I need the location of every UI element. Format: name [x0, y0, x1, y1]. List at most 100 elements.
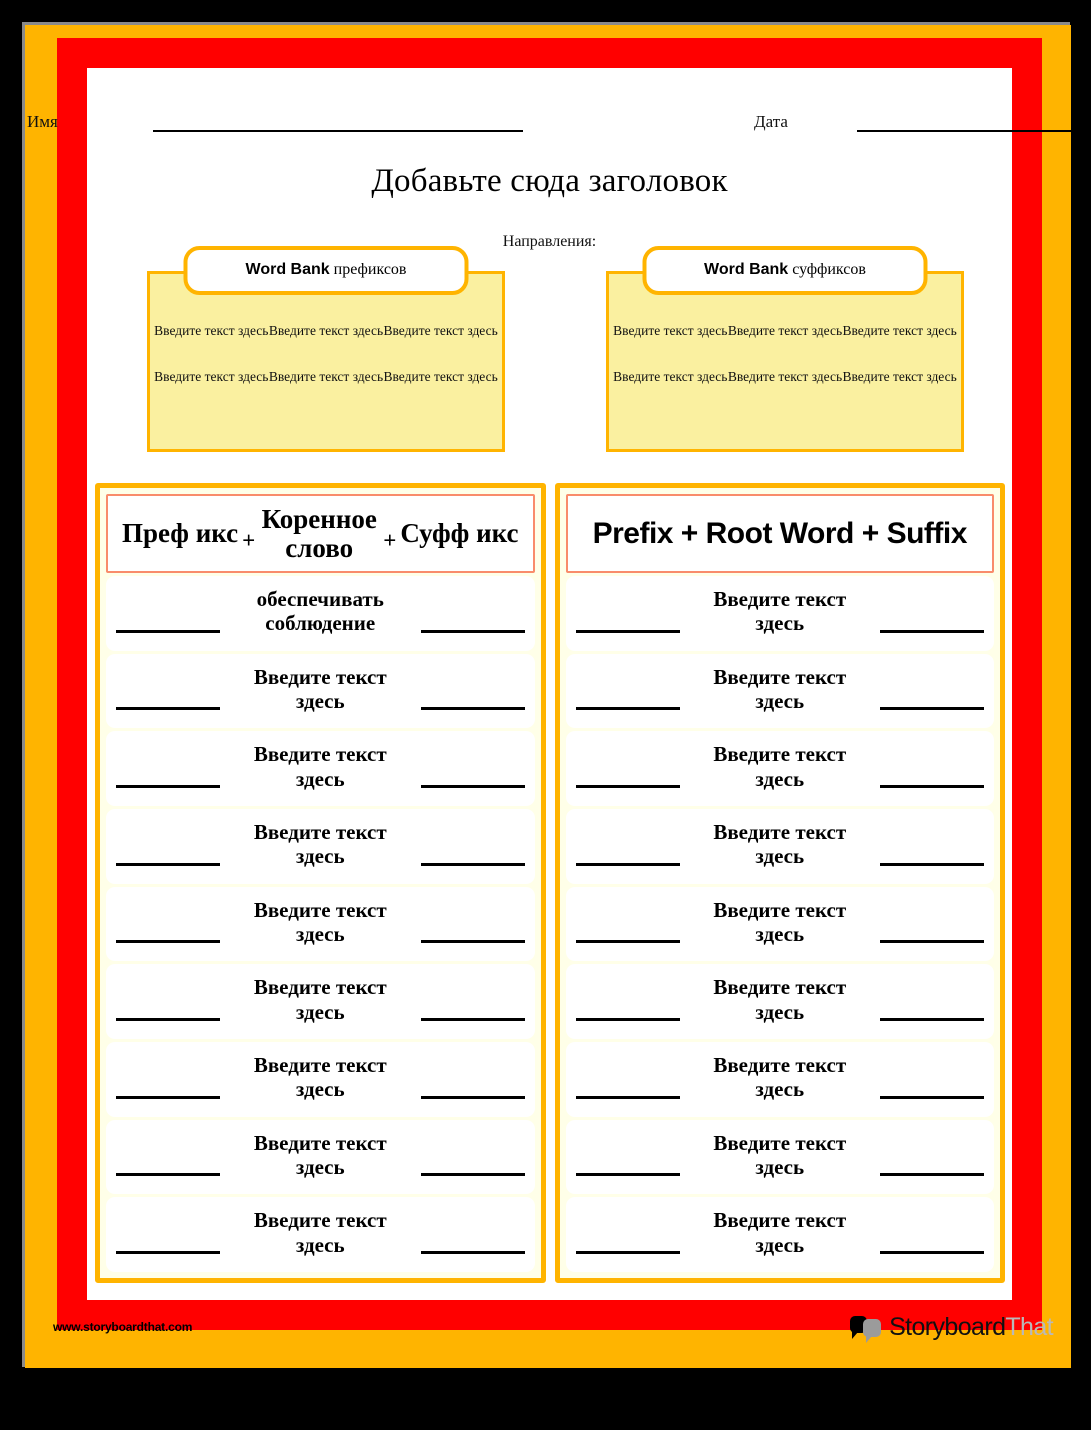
row-text[interactable]: Введите текст здесь: [231, 1131, 409, 1180]
row-text[interactable]: Введите текст здесь: [231, 820, 409, 869]
row-rule-left: [575, 862, 680, 866]
table-row[interactable]: Введите текст здесь: [565, 809, 994, 884]
row-rule-right: [880, 1018, 984, 1022]
table-row[interactable]: Введите текст здесь: [565, 653, 994, 729]
row-rule-right: [880, 707, 984, 711]
table-row[interactable]: Введите текст здесь: [106, 653, 535, 729]
row-rule-right: [880, 1095, 984, 1099]
row-rule-left: [116, 862, 220, 866]
table-row[interactable]: Введите текст здесь: [565, 964, 994, 1040]
table-row[interactable]: Введите текст здесь: [106, 731, 535, 807]
word-bank-cell[interactable]: Введите текст здесь: [728, 368, 843, 386]
row-text[interactable]: Введите текст здесь: [691, 975, 869, 1024]
suffix-word-bank: Word Bank суффиксов Введите текст здесь …: [606, 246, 964, 452]
row-rule-left: [116, 1095, 220, 1099]
row-text[interactable]: обеспечивать соблюдение: [231, 587, 409, 636]
row-text[interactable]: Введите текст здесь: [231, 742, 409, 791]
row-rule-left: [116, 1173, 220, 1177]
suffix-word-bank-title-rest: суффиксов: [788, 261, 866, 278]
footer-url[interactable]: www.storyboardthat.com: [53, 1320, 192, 1334]
row-rule-left: [575, 785, 680, 789]
word-bank-cell[interactable]: Введите текст здесь: [383, 368, 498, 386]
row-text[interactable]: Введите текст здесь: [691, 742, 869, 791]
row-rule-left: [575, 1095, 680, 1099]
word-bank-cell[interactable]: Введите текст здесь: [842, 322, 957, 340]
frame-orange: Имя Дата Добавьте сюда заголовок Направл…: [25, 25, 1089, 1368]
table-row[interactable]: Введите текст здесь: [106, 1197, 535, 1273]
row-rule-left: [575, 1173, 680, 1177]
storyboardthat-logo[interactable]: StoryboardThat: [850, 1313, 1054, 1343]
word-bank-cell[interactable]: Введите текст здесь: [728, 322, 843, 340]
row-rule-left: [575, 1251, 680, 1255]
date-write-line[interactable]: [857, 130, 1089, 132]
word-bank-cell[interactable]: Введите текст здесь: [383, 322, 498, 340]
table-row[interactable]: Введите текст здесь: [106, 1042, 535, 1117]
row-rule-right: [880, 862, 984, 866]
logo-wordmark-part2: That: [1005, 1313, 1053, 1341]
right-panel-header-text: Prefix + Root Word + Suffix: [592, 516, 968, 550]
word-bank-cell[interactable]: Введите текст здесь: [269, 322, 384, 340]
row-text[interactable]: Введите текст здесь: [691, 898, 869, 947]
row-text[interactable]: Введите текст здесь: [691, 1131, 869, 1180]
word-bank-cell[interactable]: Введите текст здесь: [613, 322, 728, 340]
row-text[interactable]: Введите текст здесь: [691, 1053, 869, 1102]
row-rule-right: [880, 940, 984, 944]
left-panel-header: Преф икс + Коренное слово + Суфф икс: [106, 494, 535, 573]
row-rule-right: [880, 1173, 984, 1177]
word-bank-cell[interactable]: Введите текст здесь: [154, 322, 269, 340]
prefix-word-bank-title-bold: Word Bank: [245, 261, 330, 278]
suffix-word-bank-grid: Введите текст здесь Введите текст здесь …: [613, 322, 957, 386]
row-rule-right: [420, 1095, 525, 1099]
logo-wordmark-part1: Storyboard: [889, 1313, 1006, 1341]
plus-icon: +: [242, 528, 256, 554]
row-text[interactable]: Введите текст здесь: [231, 1208, 409, 1257]
prefix-word-bank-title-rest: префиксов: [329, 261, 407, 278]
row-text[interactable]: Введите текст здесь: [231, 1053, 409, 1102]
table-row[interactable]: Введите текст здесь: [565, 1119, 994, 1195]
left-panel: Преф икс + Коренное слово + Суфф икс обе…: [95, 483, 546, 1283]
word-bank-cell[interactable]: Введите текст здесь: [269, 368, 384, 386]
suffix-word-bank-title-bold: Word Bank: [704, 261, 789, 278]
row-rule-right: [880, 629, 984, 633]
row-text[interactable]: Введите текст здесь: [691, 587, 869, 636]
name-write-line[interactable]: [153, 130, 523, 132]
row-text[interactable]: Введите текст здесь: [231, 975, 409, 1024]
table-row[interactable]: Введите текст здесь: [106, 964, 535, 1040]
table-row[interactable]: Введите текст здесь: [565, 886, 994, 962]
worksheet-table: Преф икс + Коренное слово + Суфф икс обе…: [95, 483, 1005, 1283]
row-text[interactable]: Введите текст здесь: [691, 1208, 869, 1257]
prefix-word-bank: Word Bank префиксов Введите текст здесь …: [147, 246, 505, 452]
row-text[interactable]: Введите текст здесь: [691, 665, 869, 714]
page-title[interactable]: Добавьте сюда заголовок: [87, 163, 1012, 200]
row-rule-left: [575, 940, 680, 944]
row-rule-right: [420, 629, 525, 633]
word-bank-cell[interactable]: Введите текст здесь: [613, 368, 728, 386]
table-row[interactable]: Введите текст здесь: [565, 1042, 994, 1117]
table-row[interactable]: Введите текст здесь: [106, 809, 535, 884]
row-text[interactable]: Введите текст здесь: [231, 665, 409, 714]
prefix-word-bank-title: Word Bank префиксов: [183, 246, 469, 295]
table-row[interactable]: Введите текст здесь: [106, 886, 535, 962]
row-rule-right: [880, 1251, 984, 1255]
prefix-word-bank-grid: Введите текст здесь Введите текст здесь …: [154, 322, 498, 386]
right-panel: Prefix + Root Word + Suffix Введите текс…: [554, 483, 1005, 1283]
row-rule-left: [116, 1018, 220, 1022]
word-bank-cell[interactable]: Введите текст здесь: [154, 368, 269, 386]
header-part-suffix: Суфф икс: [400, 518, 519, 549]
table-row[interactable]: Введите текст здесь: [565, 576, 994, 651]
row-text[interactable]: Введите текст здесь: [231, 898, 409, 947]
table-row[interactable]: Введите текст здесь: [106, 1119, 535, 1195]
name-label: Имя: [27, 112, 58, 131]
table-row[interactable]: Введите текст здесь: [565, 1197, 994, 1273]
row-rule-left: [575, 707, 680, 711]
poster-root: Имя Дата Добавьте сюда заголовок Направл…: [0, 0, 1091, 1430]
word-bank-cell[interactable]: Введите текст здесь: [842, 368, 957, 386]
table-row[interactable]: Введите текст здесь: [565, 731, 994, 807]
worksheet-page: Имя Дата Добавьте сюда заголовок Направл…: [27, 68, 1089, 1300]
row-rule-right: [420, 1173, 525, 1177]
row-text[interactable]: Введите текст здесь: [691, 820, 869, 869]
frame-red: Имя Дата Добавьте сюда заголовок Направл…: [27, 38, 1089, 1330]
row-rule-right: [420, 785, 525, 789]
left-panel-rows: обеспечивать соблюдение Введите текст зд…: [106, 576, 535, 1273]
table-row[interactable]: обеспечивать соблюдение: [106, 576, 535, 651]
